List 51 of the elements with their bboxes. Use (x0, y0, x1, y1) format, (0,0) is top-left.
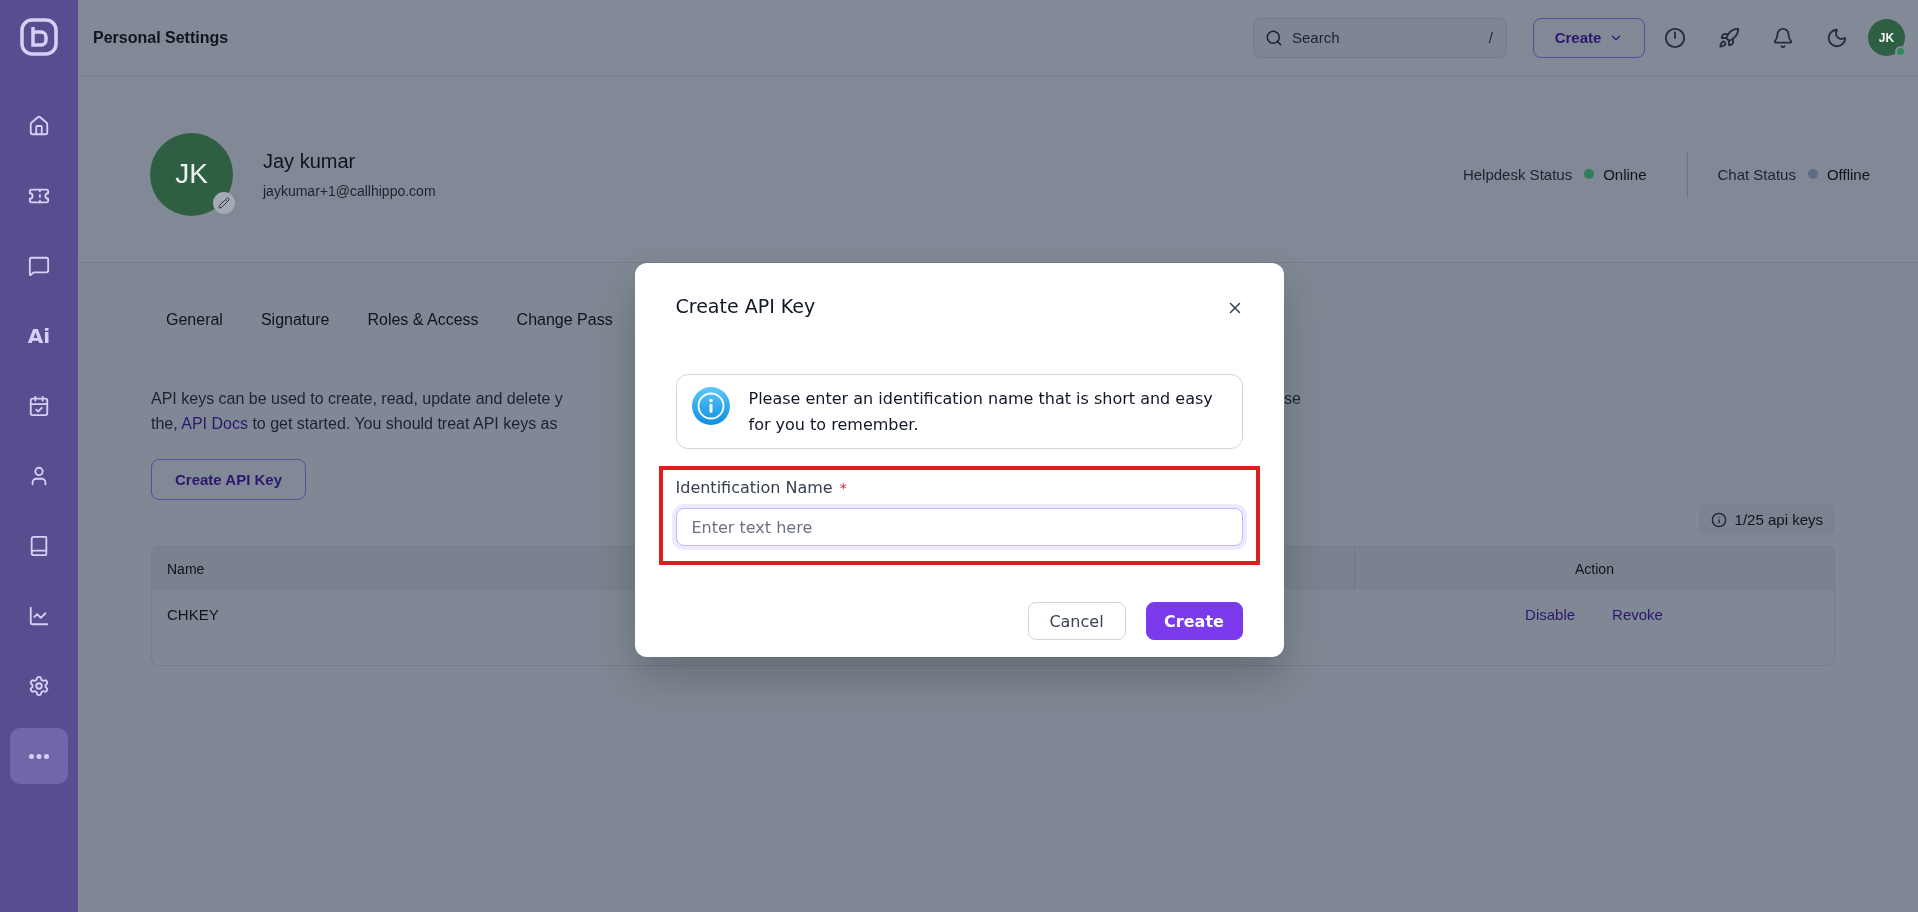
docs-link[interactable]: API Docs (181, 415, 248, 432)
tab[interactable]: Change Pass (504, 307, 625, 335)
action-link[interactable]: Disable (1525, 606, 1576, 623)
calendar-check-icon (28, 395, 50, 417)
logo-icon[interactable] (20, 18, 58, 56)
create-menu-button[interactable]: Create (1533, 17, 1645, 58)
status-label: Chat Status (1717, 165, 1796, 183)
user-email: jaykumar+1@callhippo.com (263, 182, 436, 199)
rocket-icon[interactable] (1718, 26, 1740, 49)
description-text: API keys can be used to create, read, update and delete y (151, 389, 563, 409)
line-chart-icon (28, 605, 50, 627)
column-header: Name (167, 560, 205, 577)
clock-icon[interactable] (1664, 26, 1686, 49)
more-icon (29, 753, 49, 759)
status-value[interactable]: Online (1603, 165, 1647, 183)
cancel-button[interactable]: Cancel (1027, 602, 1126, 640)
create-button[interactable]: Create (1145, 602, 1243, 640)
pencil-icon[interactable] (213, 191, 235, 214)
user-name: Jay kumar (263, 149, 357, 173)
description-text: the, API Docs to get started. You should treat API keys as (151, 414, 558, 434)
status-label: Helpdesk Status (1462, 165, 1573, 183)
moon-icon[interactable] (1826, 26, 1848, 49)
usage-count: 1/25 api keys (1734, 511, 1823, 528)
shortcut-key: / (1488, 28, 1493, 46)
sidebar-item[interactable]: Ai (10, 308, 68, 364)
input-field[interactable]: Enter text here (675, 508, 1243, 546)
table-cell: CHKEY (167, 606, 219, 623)
tab[interactable]: Roles & Access (355, 307, 491, 335)
avatar[interactable]: JK (1868, 19, 1905, 56)
avatar-initials: JK (175, 158, 208, 190)
required-mark: * (839, 479, 847, 498)
create-api-key-button[interactable]: Create API Key (151, 459, 306, 500)
avatar-initials: JK (1878, 30, 1895, 45)
bell-icon[interactable] (1772, 26, 1794, 49)
dialog-title: Create API Key (675, 295, 816, 317)
tab[interactable]: General (154, 307, 235, 335)
description-text: se (1284, 389, 1301, 409)
status-value[interactable]: Offline (1826, 165, 1870, 183)
info-icon (691, 387, 730, 425)
info-icon (1710, 511, 1727, 528)
tab[interactable]: Signature (248, 307, 342, 335)
column-header: Action (1575, 560, 1614, 577)
info-text: Please enter an identification name that is short and easy for you to remember. (748, 388, 1214, 436)
chat-icon (28, 255, 50, 277)
home-icon (28, 115, 50, 137)
search-icon (1265, 28, 1283, 47)
page-title: Personal Settings (93, 28, 229, 47)
action-link[interactable]: Revoke (1612, 606, 1663, 623)
book-icon (28, 535, 50, 557)
settings-icon (28, 675, 50, 697)
field-label: Identification Name (675, 478, 833, 498)
